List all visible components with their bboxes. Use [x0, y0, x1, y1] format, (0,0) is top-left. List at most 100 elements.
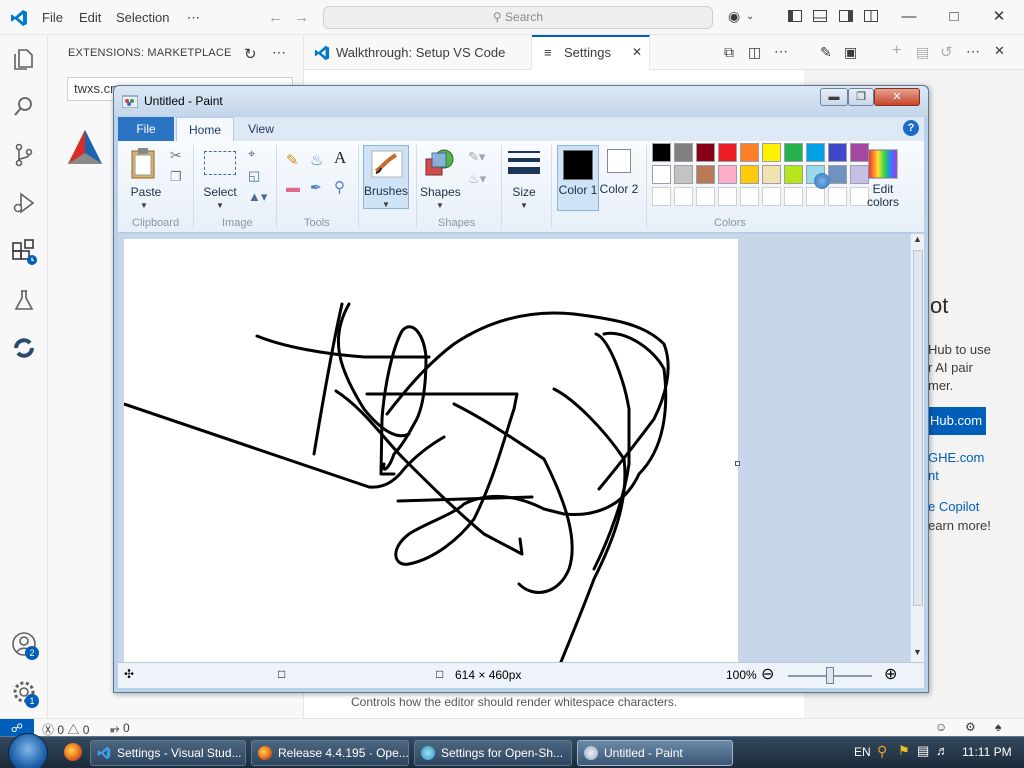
close-icon[interactable]: ✕: [987, 6, 1011, 28]
more-actions-icon[interactable]: ⋯: [966, 43, 980, 60]
palette-swatch[interactable]: [762, 143, 781, 162]
fill-icon[interactable]: ♨: [310, 151, 323, 169]
customize-layout-icon[interactable]: [863, 8, 879, 24]
copilot-status-icon[interactable]: ☺: [935, 720, 947, 734]
brushes-button[interactable]: Brushes ▼: [363, 145, 409, 209]
help-icon[interactable]: ?: [903, 120, 919, 136]
palette-swatch[interactable]: [762, 165, 781, 184]
menu-more[interactable]: ⋯: [187, 10, 200, 26]
chat-panel-icon[interactable]: ▣: [844, 44, 857, 61]
split-editor-icon[interactable]: ◫: [748, 44, 761, 61]
palette-swatch[interactable]: [652, 187, 671, 206]
more-actions-icon[interactable]: ⋯: [774, 43, 788, 60]
paste-button[interactable]: Paste: [128, 185, 164, 199]
color2-button[interactable]: Color 2: [599, 183, 639, 196]
palette-swatch[interactable]: [784, 187, 803, 206]
back-arrow-icon[interactable]: ←: [268, 9, 283, 26]
volume-icon[interactable]: ♬: [936, 743, 950, 758]
shapes-button[interactable]: Shapes: [420, 185, 461, 199]
menu-edit[interactable]: Edit: [79, 10, 101, 25]
refresh-icon[interactable]: ↻: [244, 45, 257, 63]
notifications-icon[interactable]: ♠: [995, 720, 1001, 734]
tab-walkthrough[interactable]: Walkthrough: Setup VS Code: [304, 35, 532, 70]
resize-icon[interactable]: ◱: [248, 168, 260, 184]
command-center-search[interactable]: ⚲ Search: [323, 6, 713, 29]
zoom-out-icon[interactable]: ⊖: [761, 664, 774, 684]
language-indicator[interactable]: EN: [854, 745, 871, 759]
palette-swatch[interactable]: [718, 143, 737, 162]
ports-indicator[interactable]: ⥵ 0: [110, 721, 130, 736]
palette-swatch[interactable]: [652, 165, 671, 184]
copy-icon[interactable]: ❐: [170, 169, 182, 185]
crop-icon[interactable]: ⌖: [248, 146, 255, 162]
paint-tab-home[interactable]: Home: [176, 117, 234, 141]
palette-swatch[interactable]: [828, 165, 847, 184]
remote-explorer-icon[interactable]: [10, 334, 38, 362]
testing-icon[interactable]: [10, 286, 38, 314]
eraser-icon[interactable]: ▬: [286, 179, 300, 195]
paint-tab-file[interactable]: File: [118, 117, 174, 141]
cut-icon[interactable]: ✂: [170, 147, 182, 164]
palette-swatch[interactable]: [850, 165, 869, 184]
source-control-icon[interactable]: [10, 141, 38, 169]
palette-swatch[interactable]: [652, 143, 671, 162]
drawing-canvas[interactable]: [124, 239, 738, 662]
firefox-icon[interactable]: [64, 743, 82, 761]
edit-colors-button[interactable]: Edit colors: [860, 183, 906, 209]
explorer-icon[interactable]: [10, 45, 38, 73]
zoom-slider-thumb[interactable]: [826, 667, 834, 684]
network-icon[interactable]: ▤: [917, 743, 931, 758]
maximize-icon[interactable]: □: [942, 6, 966, 28]
run-debug-icon[interactable]: [10, 189, 38, 217]
zoom-in-icon[interactable]: ⊕: [884, 664, 897, 684]
palette-swatch[interactable]: [674, 143, 693, 162]
action-center-icon[interactable]: ⚑: [898, 743, 912, 758]
sign-in-ghe-link[interactable]: GHE.com: [928, 450, 984, 465]
open-settings-json-icon[interactable]: ⧉: [724, 44, 734, 61]
search-tray-icon[interactable]: ⚲: [877, 743, 891, 759]
palette-swatch[interactable]: [696, 165, 715, 184]
toggle-sidebar-icon[interactable]: [787, 8, 803, 24]
rotate-icon[interactable]: ▲▾: [248, 189, 267, 205]
add-icon[interactable]: +: [892, 42, 901, 60]
tab-settings[interactable]: ≡ Settings ✕: [532, 35, 650, 70]
palette-swatch[interactable]: [740, 165, 759, 184]
palette-swatch[interactable]: [696, 187, 715, 206]
close-panel-icon[interactable]: ✕: [994, 43, 1005, 59]
copilot-link[interactable]: e Copilot: [928, 499, 979, 514]
palette-swatch[interactable]: [740, 143, 759, 162]
account-link[interactable]: nt: [928, 468, 939, 483]
taskbar-item-firefox[interactable]: Release 4.4.195 · Ope...: [251, 740, 409, 766]
scrollbar-thumb[interactable]: [913, 250, 923, 606]
palette-swatch[interactable]: [674, 187, 693, 206]
document-icon[interactable]: ▤: [916, 44, 929, 61]
color2-swatch[interactable]: [607, 149, 631, 173]
chevron-down-icon[interactable]: ▼: [520, 201, 528, 210]
chevron-down-icon[interactable]: ▼: [436, 201, 444, 210]
history-icon[interactable]: ↺: [940, 43, 953, 61]
paint-close-icon[interactable]: ✕: [874, 88, 920, 106]
search-icon[interactable]: [10, 92, 38, 120]
chevron-down-icon[interactable]: ▼: [216, 201, 224, 210]
paint-restore-icon[interactable]: ❐: [848, 88, 874, 106]
paint-minimize-icon[interactable]: ▬: [820, 88, 848, 106]
select-button[interactable]: Select: [200, 185, 240, 199]
new-chat-icon[interactable]: ✎: [820, 44, 832, 61]
color1-button[interactable]: Color 1: [557, 145, 599, 211]
paint-tab-view[interactable]: View: [236, 117, 286, 141]
palette-swatch[interactable]: [740, 187, 759, 206]
minimize-icon[interactable]: —: [897, 6, 921, 28]
more-actions-icon[interactable]: ⋯: [272, 44, 286, 61]
chevron-down-icon[interactable]: ⌄: [746, 11, 762, 27]
palette-swatch[interactable]: [828, 187, 847, 206]
copilot-icon[interactable]: ◉: [728, 8, 744, 24]
taskbar-item-paint[interactable]: Untitled - Paint: [577, 740, 733, 766]
magnifier-icon[interactable]: ⚲: [334, 178, 345, 196]
palette-swatch[interactable]: [784, 165, 803, 184]
toggle-secondary-sidebar-icon[interactable]: [838, 8, 854, 24]
text-icon[interactable]: A: [334, 148, 346, 168]
tab-close-icon[interactable]: ✕: [632, 37, 642, 68]
fill-shape-icon[interactable]: ♨▾: [468, 171, 486, 187]
clock[interactable]: 11:11 PM: [962, 745, 1012, 759]
start-button-icon[interactable]: [8, 733, 48, 768]
